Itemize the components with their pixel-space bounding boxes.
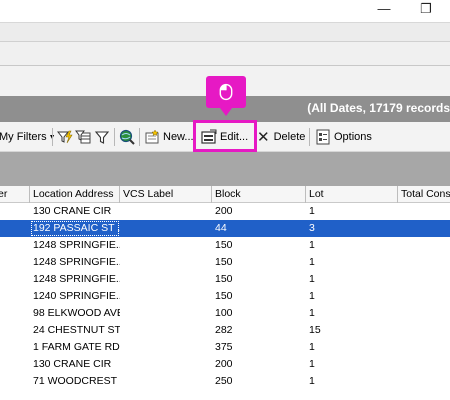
table-row[interactable]: 130 CRANE CIR 200 1	[0, 356, 450, 373]
cell-location-address: 71 WOODCREST ...	[33, 375, 120, 387]
table-row[interactable]: 71 WOODCREST ... 250 1	[0, 373, 450, 390]
cell-vcs-label	[120, 339, 212, 356]
table-row[interactable]: 130 CRANE CIR 200 1	[0, 203, 450, 220]
cell-vcs-label	[120, 237, 212, 254]
cell-location-address: 24 CHESTNUT ST. .	[33, 324, 120, 336]
cell-lot: 1	[309, 205, 315, 217]
filter-lightning-icon	[57, 130, 73, 144]
cell-vcs-label	[120, 288, 212, 305]
table-row[interactable]: 1240 SPRINGFIE... 150 1	[0, 288, 450, 305]
toolbar-separator	[114, 128, 115, 146]
cell-block: 150	[215, 290, 233, 302]
table-row[interactable]: 24 CHESTNUT ST. . 282 15	[0, 322, 450, 339]
minimize-button[interactable]: —	[374, 2, 394, 18]
cell-lot: 1	[309, 341, 315, 353]
toolbar-separator	[309, 128, 310, 146]
cell-vcs-label	[120, 373, 212, 390]
new-button[interactable]: New...	[144, 122, 194, 152]
title-bar: — ❐	[0, 0, 450, 22]
cell-location-address: 130 CRANE CIR	[33, 205, 112, 217]
filter-button[interactable]	[94, 122, 110, 152]
options-button[interactable]: Options	[315, 122, 372, 152]
table-row[interactable]: 1248 SPRINGFIE... 150 1	[0, 254, 450, 271]
cell-location-address: 1248 SPRINGFIE...	[33, 273, 120, 285]
cell-location-address: 130 CRANE CIR	[33, 358, 112, 370]
cell-vcs-label	[120, 254, 212, 271]
cell-block: 150	[215, 256, 233, 268]
grid-body: 130 CRANE CIR 200 1 192 PASSAIC ST . . 4…	[0, 203, 450, 390]
edit-button-highlight	[193, 120, 257, 152]
options-button-label: Options	[334, 131, 372, 143]
my-filters-dropdown[interactable]: My Filters ▼	[0, 122, 56, 152]
column-header-total-cons[interactable]: Total Cons	[398, 186, 450, 203]
cell-lot: 1	[309, 375, 315, 387]
cell-lot: 1	[309, 239, 315, 251]
cell-block: 282	[215, 324, 233, 336]
table-row[interactable]: 98 ELKWOOD AVE 100 1	[0, 305, 450, 322]
table-row-selected[interactable]: 192 PASSAIC ST . . 44 3	[0, 220, 450, 237]
mouse-icon	[219, 83, 233, 101]
options-icon	[316, 129, 330, 145]
cell-block: 375	[215, 341, 233, 353]
cell-lot: 1	[309, 358, 315, 370]
cell-block: 200	[215, 358, 233, 370]
cell-block: 150	[215, 239, 233, 251]
filter-table-button[interactable]	[75, 122, 91, 152]
cell-lot: 1	[309, 273, 315, 285]
column-header-vcs-label[interactable]: VCS Label	[120, 186, 212, 203]
cell-vcs-label	[120, 220, 212, 237]
toolbar-separator	[139, 128, 140, 146]
cell-block: 250	[215, 375, 233, 387]
search-globe-icon	[119, 129, 135, 145]
group-by-area	[0, 152, 450, 186]
cell-block: 200	[215, 205, 233, 217]
table-row[interactable]: 1 FARM GATE RD 375 1	[0, 339, 450, 356]
filter-icon	[94, 131, 110, 144]
column-header-block[interactable]: Block	[212, 186, 306, 203]
restore-icon: ❐	[420, 1, 432, 16]
new-record-icon	[145, 129, 159, 144]
column-header-owner[interactable]: er	[0, 186, 30, 203]
click-callout	[206, 76, 246, 116]
cell-vcs-label	[120, 271, 212, 288]
delete-x-icon: ✕	[257, 128, 270, 146]
menu-band	[0, 42, 450, 66]
cell-vcs-label	[120, 203, 212, 220]
cell-vcs-label	[120, 322, 212, 339]
cell-lot: 15	[309, 324, 321, 336]
cell-vcs-label	[120, 356, 212, 373]
cell-block: 44	[215, 222, 227, 234]
column-header-location-address[interactable]: Location Address	[30, 186, 120, 203]
cell-location-address: 1248 SPRINGFIE...	[33, 239, 120, 251]
search-globe-button[interactable]	[119, 122, 135, 152]
cell-block: 150	[215, 273, 233, 285]
cell-block: 100	[215, 307, 233, 319]
ribbon-band	[0, 22, 450, 42]
restore-button[interactable]: ❐	[416, 2, 436, 18]
toolbar-separator	[52, 128, 53, 146]
table-row[interactable]: 1248 SPRINGFIE... 150 1	[0, 237, 450, 254]
cell-location-address: 98 ELKWOOD AVE	[33, 307, 120, 319]
cell-lot: 3	[309, 222, 315, 234]
my-filters-label: My Filters	[0, 131, 47, 143]
cell-lot: 1	[309, 307, 315, 319]
cell-location-address: 1240 SPRINGFIE...	[33, 290, 120, 302]
cell-location-address: 192 PASSAIC ST . .	[30, 220, 120, 237]
grid-header: er Location Address VCS Label Block Lot …	[0, 186, 450, 203]
column-header-lot[interactable]: Lot	[306, 186, 398, 203]
new-button-label: New...	[163, 131, 194, 143]
cell-lot: 1	[309, 256, 315, 268]
minimize-icon: —	[377, 1, 391, 16]
cell-location-address: 1 FARM GATE RD	[33, 341, 120, 353]
delete-button[interactable]: ✕ Delete	[257, 122, 305, 152]
filter-lightning-button[interactable]	[57, 122, 73, 152]
cell-vcs-label	[120, 305, 212, 322]
filter-table-icon	[75, 130, 91, 144]
table-row[interactable]: 1248 SPRINGFIE... 150 1	[0, 271, 450, 288]
record-summary: (All Dates, 17179 records)	[307, 101, 450, 115]
cell-location-address: 1248 SPRINGFIE...	[33, 256, 120, 268]
delete-button-label: Delete	[273, 131, 306, 143]
cell-lot: 1	[309, 290, 315, 302]
